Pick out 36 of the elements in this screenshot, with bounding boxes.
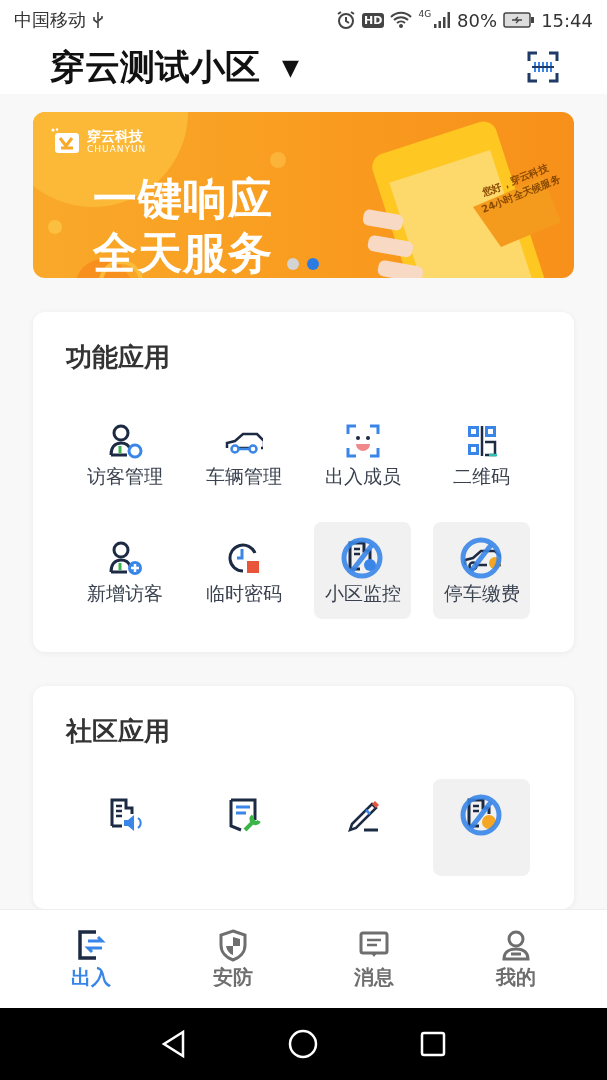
carrier-name: 中国移动 xyxy=(14,8,86,32)
signal-icon xyxy=(433,11,452,29)
community-title: 穿云测试小区 xyxy=(50,45,260,89)
battery-percent: 80% xyxy=(457,9,498,31)
app-tile[interactable]: 临时密码 xyxy=(195,522,292,619)
app-tile[interactable]: 二维码 xyxy=(433,405,530,502)
nav-tab[interactable]: 出入 xyxy=(40,927,141,991)
section-title: 功能应用 xyxy=(65,341,171,374)
app-tile[interactable]: 访客管理 xyxy=(76,405,173,502)
alarm-icon xyxy=(336,10,357,30)
nav-tab[interactable]: 安防 xyxy=(182,927,283,991)
nav-tab[interactable]: 消息 xyxy=(324,927,425,991)
promo-banner[interactable]: 穿云科技 CHUANYUN 一键响应 全天服务 您好，穿云科技 24小时全天候服务 xyxy=(33,112,574,278)
app-tile[interactable]: 出入成员 xyxy=(314,405,411,502)
brand-subtitle: CHUANYUN xyxy=(87,144,147,155)
usb-icon xyxy=(92,11,104,29)
dropdown-caret[interactable]: ▼ xyxy=(282,54,299,80)
logo-icon xyxy=(51,128,81,155)
back-icon[interactable] xyxy=(160,1030,187,1058)
banner-headline: 全天服务 xyxy=(93,228,273,278)
network-type: 4G xyxy=(418,9,432,19)
hd-badge: HD xyxy=(362,12,385,28)
page-dot[interactable] xyxy=(307,258,319,270)
scan-icon[interactable] xyxy=(527,51,559,84)
recents-icon[interactable] xyxy=(420,1031,447,1057)
home-icon[interactable] xyxy=(288,1029,319,1059)
battery-icon xyxy=(503,12,536,28)
brand-name: 穿云科技 xyxy=(87,128,144,145)
app-tile[interactable]: 车辆管理 xyxy=(195,405,292,502)
section-title: 社区应用 xyxy=(64,715,171,748)
clock-time: 15:44 xyxy=(541,9,593,31)
wifi-icon xyxy=(390,11,413,29)
banner-headline: 一键响应 xyxy=(93,174,273,225)
app-tile[interactable]: 新增访客 xyxy=(76,522,173,619)
nav-tab[interactable]: 我的 xyxy=(466,927,567,991)
page-dot[interactable] xyxy=(287,258,299,270)
